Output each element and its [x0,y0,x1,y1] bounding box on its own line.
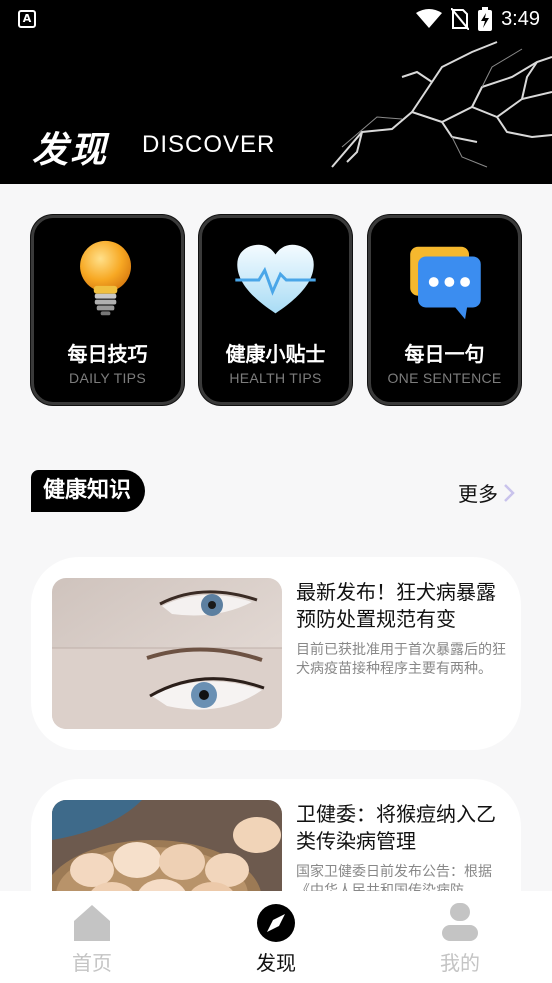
crack-decoration-icon [331,41,552,168]
nav-discover[interactable]: 发现 [184,891,368,983]
category-cards: 每日技巧 DAILY TIPS 健康小贴士 HEALTH TIPS 每日一句 O… [0,215,552,405]
card-subtitle: HEALTH TIPS [229,370,322,386]
daily-tips-card[interactable]: 每日技巧 DAILY TIPS [31,215,184,405]
nav-profile[interactable]: 我的 [368,891,552,983]
lightbulb-icon [80,240,132,316]
article-title: 最新发布！狂犬病暴露预防处置规范有变 [296,580,496,631]
battery-charging-icon [478,7,493,31]
nav-home[interactable]: 首页 [0,891,184,983]
user-icon [442,903,478,941]
health-tips-card[interactable]: 健康小贴士 HEALTH TIPS [199,215,352,405]
chevron-right-icon [504,483,515,502]
nav-label: 发现 [256,951,296,975]
nav-label: 我的 [440,951,480,975]
nav-label: 首页 [72,951,112,975]
article-title: 卫健委：将猴痘纳入乙类传染病管理 [296,802,496,853]
eyes-photo [52,578,282,729]
more-label: 更多 [458,482,498,506]
card-title: 健康小贴士 [225,342,326,366]
discover-header: 发现 DISCOVER [0,37,552,184]
one-sentence-card[interactable]: 每日一句 ONE SENTENCE [368,215,521,405]
chat-bubble-icon [410,246,481,320]
more-link[interactable]: 更多 [458,478,516,507]
page-title: 发现 [32,130,109,171]
app-notification-icon: A [18,10,36,28]
heart-pulse-icon [235,244,316,314]
card-subtitle: DAILY TIPS [69,370,146,386]
no-sim-icon [451,8,470,30]
bottom-navigation: 首页 发现 我的 [0,891,552,983]
article-card[interactable]: 最新发布！狂犬病暴露预防处置规范有变 目前已获批准用于首次暴露后的狂犬病疫苗接种… [31,557,521,750]
status-bar: A 3:49 [0,0,552,37]
compass-icon [257,904,295,942]
card-title: 每日一句 [404,342,485,366]
home-icon [74,905,110,941]
clock-time: 3:49 [501,7,540,30]
wifi-icon [416,9,443,28]
page-subtitle: DISCOVER [142,131,276,158]
card-subtitle: ONE SENTENCE [387,370,502,386]
section-title: 健康知识 [31,470,146,512]
article-description: 目前已获批准用于首次暴露后的狂犬病疫苗接种程序主要有两种。 [296,642,506,677]
card-title: 每日技巧 [67,342,148,366]
